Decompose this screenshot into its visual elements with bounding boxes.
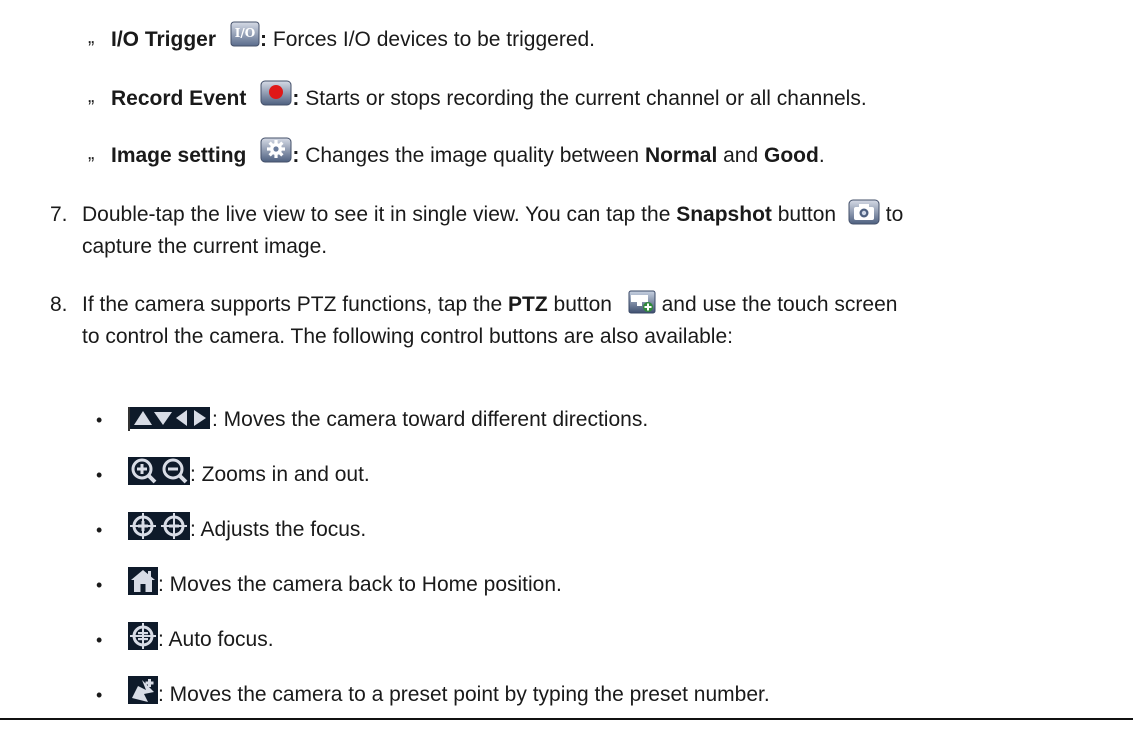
dot-bullet: •: [96, 630, 103, 650]
snapshot-label: Snapshot: [676, 203, 772, 226]
gear-icon: [260, 137, 292, 163]
image-setting-title: Image setting: [111, 144, 247, 167]
page-bottom-rule: [0, 718, 1133, 720]
home-icon: [128, 567, 158, 595]
dot-bullet: •: [96, 520, 103, 540]
control-directions-text: : Moves the camera toward different dire…: [212, 408, 649, 431]
control-auto-focus-text: : Auto focus.: [158, 628, 274, 651]
colon: :: [260, 28, 268, 51]
step-8-number: 8.: [50, 293, 68, 316]
io-trigger-title: I/O Trigger: [111, 28, 217, 51]
io-trigger-desc: Forces I/O devices to be triggered.: [267, 28, 596, 51]
preset-icon: [128, 676, 158, 704]
step-7-text-line2: capture the current image.: [82, 235, 328, 258]
step-8-text-line2: to control the camera. The following con…: [82, 325, 733, 348]
step-8-text-post: and use the touch screen: [655, 293, 898, 316]
control-zoom-text: : Zooms in and out.: [190, 463, 370, 486]
io-icon: I/O: [230, 21, 260, 47]
focus-icon: [128, 512, 190, 540]
step-7-text-mid: button: [771, 203, 842, 226]
colon: :: [292, 87, 300, 110]
dot-bullet: •: [96, 685, 103, 705]
good-label: Good: [764, 144, 819, 167]
sub-bullet: „: [88, 86, 95, 107]
period: .: [818, 144, 825, 167]
control-home-text: : Moves the camera back to Home position…: [158, 573, 562, 596]
step-8-text-mid: button: [547, 293, 618, 316]
step-7-number: 7.: [50, 203, 68, 226]
camera-icon: [848, 199, 880, 225]
direction-arrows-icon: [128, 405, 212, 431]
step-8-text-pre: If the camera supports PTZ functions, ta…: [82, 293, 509, 316]
control-focus-text: : Adjusts the focus.: [190, 518, 367, 541]
control-preset-text: : Moves the camera to a preset point by …: [158, 683, 770, 706]
zoom-icon: [128, 457, 190, 485]
record-event-desc: Starts or stops recording the current ch…: [299, 87, 867, 110]
svg-text:I/O: I/O: [235, 26, 255, 40]
step-7-text-pre: Double-tap the live view to see it in si…: [82, 203, 677, 226]
step-7-text-post: to: [879, 203, 904, 226]
ptz-icon: [628, 290, 656, 314]
sub-bullet: „: [88, 143, 95, 164]
image-setting-desc: Changes the image quality between: [299, 144, 645, 167]
auto-focus-icon: [128, 622, 158, 650]
record-icon: [260, 80, 292, 106]
sub-bullet: „: [88, 27, 95, 48]
colon: :: [292, 144, 300, 167]
dot-bullet: •: [96, 465, 103, 485]
ptz-label: PTZ: [508, 293, 548, 316]
and-text: and: [717, 144, 765, 167]
dot-bullet: •: [96, 575, 103, 595]
dot-bullet: •: [96, 410, 103, 430]
record-event-title: Record Event: [111, 87, 247, 110]
normal-label: Normal: [644, 144, 718, 167]
